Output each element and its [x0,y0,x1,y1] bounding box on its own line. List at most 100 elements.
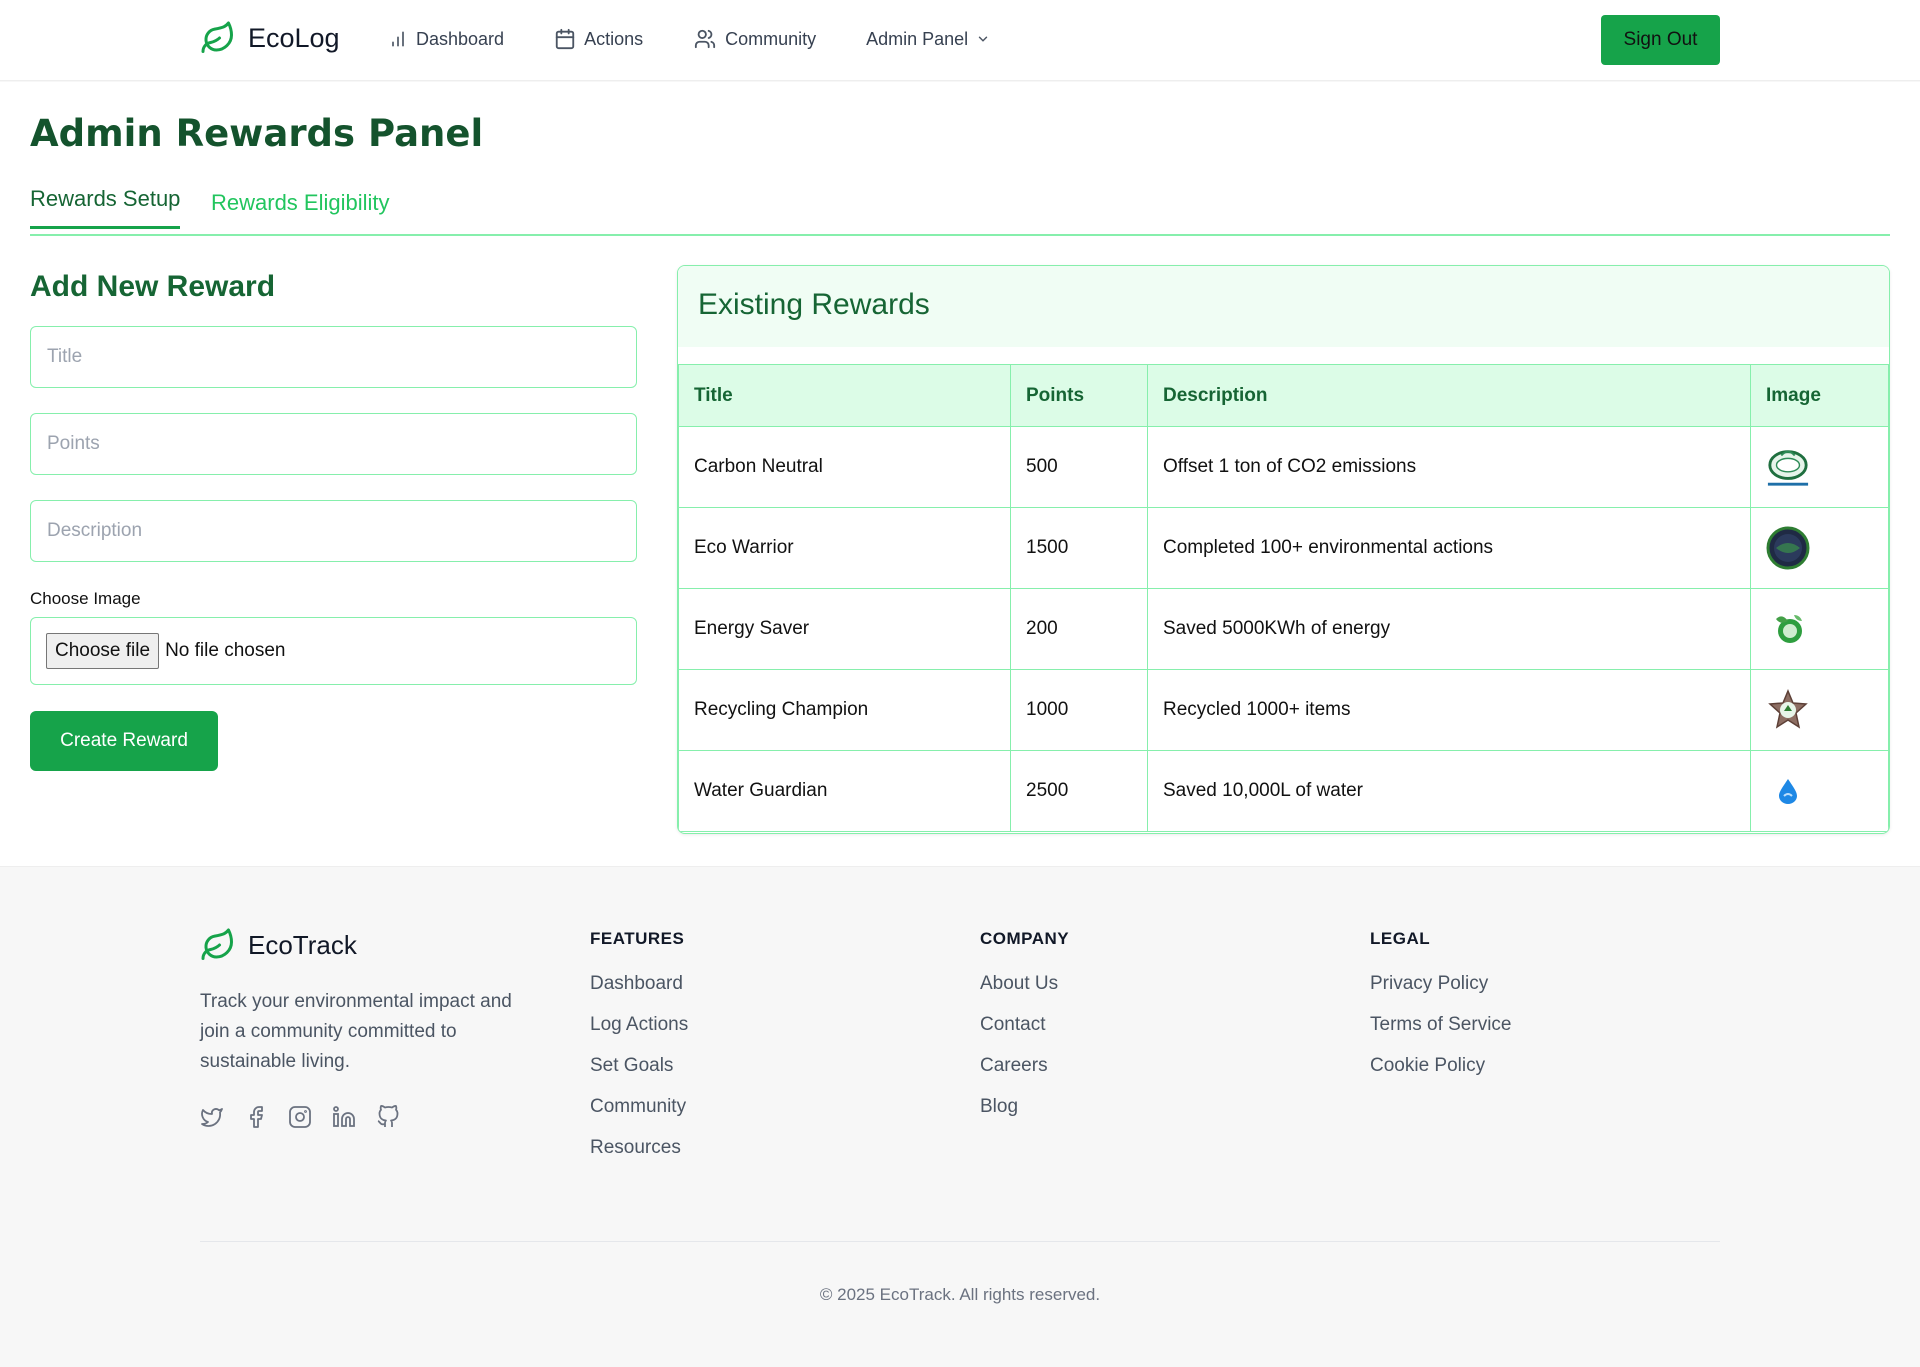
add-reward-heading: Add New Reward [30,270,276,303]
existing-rewards-heading: Existing Rewards [678,266,1889,347]
nav-admin-label: Admin Panel [866,28,969,49]
footer-link-careers[interactable]: Careers [980,1055,1069,1077]
page-title: Admin Rewards Panel [30,112,484,155]
nav-dashboard[interactable]: Dashboard [388,29,504,50]
reward-description: Recycled 1000+ items [1147,669,1751,751]
reward-points: 200 [1010,588,1148,670]
footer-brand[interactable]: EcoTrack [200,927,357,963]
brand-logo[interactable]: EcoLog [200,20,340,56]
chevron-down-icon [978,36,988,42]
footer-link-about-us[interactable]: About Us [980,973,1069,995]
reward-title: Carbon Neutral [678,426,1011,508]
reward-title: Water Guardian [678,750,1011,832]
water-guardian-badge-icon [1766,769,1810,813]
sign-out-button[interactable]: Sign Out [1601,15,1720,65]
copyright-text: © 2025 EcoTrack. All rights reserved. [819,1285,1101,1304]
tab-rewards-setup[interactable]: Rewards Setup [30,186,181,229]
image-file-input[interactable]: Choose file No file chosen [30,617,637,685]
reward-description: Saved 5000KWh of energy [1147,588,1751,670]
description-input[interactable] [30,500,637,562]
table-row: Recycling Champion 1000 Recycled 1000+ i… [678,669,1889,751]
twitter-icon[interactable] [200,1105,224,1129]
reward-points: 1000 [1010,669,1148,751]
points-input[interactable] [30,413,637,475]
nav-dashboard-label: Dashboard [416,28,505,49]
eco-warrior-badge-icon [1766,526,1810,570]
existing-rewards-card: Existing Rewards Title Points Descriptio… [677,265,1890,834]
footer-features-heading: FEATURES [590,929,685,948]
leaf-icon [201,928,233,960]
linkedin-icon[interactable] [332,1105,356,1129]
reward-image-cell [1750,507,1889,589]
facebook-icon[interactable] [244,1105,268,1129]
instagram-icon[interactable] [288,1105,312,1129]
table-row: Carbon Neutral 500 Offset 1 ton of CO2 e… [678,426,1889,508]
calendar-icon [555,28,575,50]
nav-actions-label: Actions [584,28,644,49]
footer-company-column: COMPANY About Us Contact Careers Blog [980,929,1069,1137]
footer-link-resources[interactable]: Resources [590,1137,688,1159]
reward-image-cell [1750,588,1889,670]
footer-legal-column: LEGAL Privacy Policy Terms of Service Co… [1370,929,1511,1096]
column-header-description: Description [1147,364,1751,427]
table-row: Eco Warrior 1500 Completed 100+ environm… [678,507,1889,589]
reward-description: Completed 100+ environmental actions [1147,507,1751,589]
table-row: Energy Saver 200 Saved 5000KWh of energy [678,588,1889,670]
reward-points: 500 [1010,426,1148,508]
reward-image-cell [1750,669,1889,751]
github-icon[interactable] [376,1105,400,1129]
footer-link-cookie-policy[interactable]: Cookie Policy [1370,1055,1511,1077]
choose-file-button[interactable]: Choose file [46,633,160,669]
footer-link-log-actions[interactable]: Log Actions [590,1014,688,1036]
footer-link-set-goals[interactable]: Set Goals [590,1055,688,1077]
social-links [200,1105,400,1129]
reward-points: 1500 [1010,507,1148,589]
create-reward-button[interactable]: Create Reward [30,711,218,771]
footer-features-column: FEATURES Dashboard Log Actions Set Goals… [590,929,688,1178]
column-header-title: Title [678,364,1011,427]
carbon-neutral-badge-icon [1766,445,1810,489]
site-footer: EcoTrack Track your environmental impact… [0,866,1920,1367]
recycling-champion-badge-icon [1766,688,1810,732]
table-row: Water Guardian 2500 Saved 10,000L of wat… [678,750,1889,832]
footer-divider [200,1241,1720,1242]
footer-link-community[interactable]: Community [590,1096,688,1118]
column-header-points: Points [1010,364,1148,427]
leaf-icon [201,21,233,53]
footer-link-dashboard[interactable]: Dashboard [590,973,688,995]
nav-community[interactable]: Community [693,28,816,50]
reward-points: 2500 [1010,750,1148,832]
nav-community-label: Community [725,28,817,49]
footer-link-contact[interactable]: Contact [980,1014,1069,1036]
footer-link-privacy-policy[interactable]: Privacy Policy [1370,973,1511,995]
top-navbar: EcoLog Dashboard Actions Community Admin… [0,0,1920,81]
reward-description: Offset 1 ton of CO2 emissions [1147,426,1751,508]
brand-name: EcoLog [248,22,340,53]
reward-image-cell [1750,750,1889,832]
reward-image-cell [1750,426,1889,508]
column-header-image: Image [1750,364,1889,427]
choose-image-label: Choose Image [30,589,141,608]
footer-link-blog[interactable]: Blog [980,1096,1069,1118]
footer-legal-heading: LEGAL [1370,929,1431,948]
nav-admin-panel[interactable]: Admin Panel [866,29,990,50]
table-header-row: Title Points Description Image [678,364,1889,427]
main-content: Admin Rewards Panel Rewards Setup Reward… [0,82,1920,866]
footer-tagline: Track your environmental impact and join… [200,991,512,1072]
rewards-table: Title Points Description Image Carbon Ne… [678,364,1889,832]
nav-actions[interactable]: Actions [554,28,643,50]
bar-chart-icon [392,31,404,47]
file-status: No file chosen [165,640,286,661]
tab-bar: Rewards Setup Rewards Eligibility [30,186,1890,236]
footer-company-heading: COMPANY [980,929,1070,948]
reward-title: Eco Warrior [678,507,1011,589]
reward-title: Recycling Champion [678,669,1011,751]
reward-description: Saved 10,000L of water [1147,750,1751,832]
footer-link-terms-of-service[interactable]: Terms of Service [1370,1014,1511,1036]
footer-brand-name: EcoTrack [248,929,357,960]
main-nav: Dashboard Actions Community Admin Panel [388,28,1040,50]
title-input[interactable] [30,326,637,388]
users-icon [695,29,716,49]
energy-saver-badge-icon [1766,607,1810,651]
tab-rewards-eligibility[interactable]: Rewards Eligibility [211,190,390,230]
